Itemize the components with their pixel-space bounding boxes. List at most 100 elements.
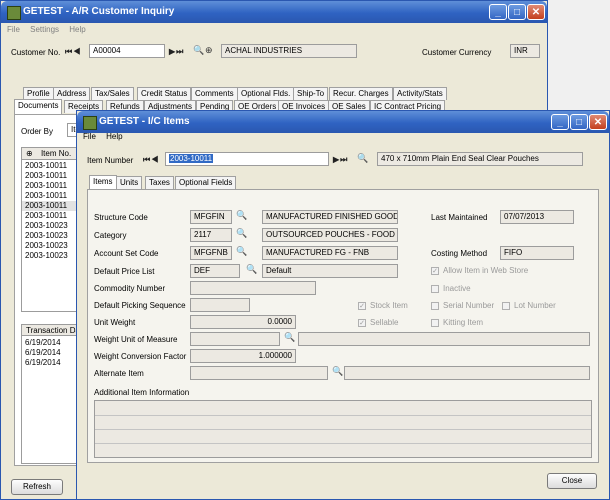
account-set-field[interactable]: MFGFNB (190, 246, 232, 260)
weight-factor-label: Weight Conversion Factor (94, 352, 187, 361)
next-last-nav-icon[interactable]: ▶⏭ (169, 47, 184, 57)
transaction-list[interactable]: Transaction Da 6/19/2014 6/19/2014 6/19/… (21, 324, 79, 464)
list-item[interactable]: 2003-10023 (22, 231, 68, 241)
unit-weight-field[interactable]: 0.0000 (190, 315, 296, 329)
stock-item-checkbox[interactable]: ✓ (358, 302, 366, 310)
finder-icon[interactable]: 🔍 (246, 264, 257, 275)
allow-web-store-label: Allow Item in Web Store (443, 266, 529, 275)
column-sort-icon: ⊕ (26, 149, 33, 158)
customer-name-field: ACHAL INDUSTRIES (221, 44, 357, 58)
finder-icon[interactable]: 🔍 (284, 332, 295, 343)
tab-recur-charges[interactable]: Recur. Charges (329, 87, 393, 100)
lot-number-checkbox[interactable] (502, 302, 510, 310)
weight-factor-field[interactable]: 1.000000 (190, 349, 296, 363)
allow-web-store-checkbox[interactable]: ✓ (431, 267, 439, 275)
sellable-label: Sellable (370, 318, 399, 327)
menu-help[interactable]: Help (106, 132, 122, 141)
list-item[interactable]: 2003-10011 (22, 191, 67, 201)
list-item[interactable]: 2003-10023 (22, 251, 68, 261)
list-item[interactable]: 2003-10011 (22, 201, 78, 211)
item-number-value: 2003-10011 (169, 154, 214, 163)
menu-file[interactable]: File (83, 132, 96, 141)
customer-no-input[interactable]: A00004 (89, 44, 165, 58)
list-item[interactable]: 2003-10011 (22, 181, 67, 191)
kitting-item-label: Kitting Item (443, 318, 484, 327)
tab-comments[interactable]: Comments (191, 87, 238, 100)
commodity-field[interactable] (190, 281, 316, 295)
transaction-row[interactable]: 6/19/2014 (22, 338, 61, 348)
tab-units[interactable]: Units (116, 176, 143, 189)
list-item[interactable]: 2003-10023 (22, 241, 68, 251)
structure-code-desc: MANUFACTURED FINISHED GOODS (262, 210, 398, 224)
transaction-row[interactable]: 6/19/2014 (22, 348, 61, 358)
weight-uom-field[interactable] (190, 332, 280, 346)
refresh-button[interactable]: Refresh (11, 479, 63, 495)
list-item[interactable]: 2003-10011 (22, 211, 67, 221)
close-button[interactable]: Close (547, 473, 597, 489)
tab-optional-flds[interactable]: Optional Flds. (237, 87, 295, 100)
item-number-input[interactable]: 2003-10011 (165, 152, 329, 166)
inactive-checkbox[interactable] (431, 285, 439, 293)
search-icon[interactable]: 🔍 (357, 153, 368, 164)
list-item[interactable]: 2003-10011 (22, 171, 67, 181)
menu-settings[interactable]: Settings (30, 25, 59, 34)
category-desc: OUTSOURCED POUCHES - FOOD PKG (262, 228, 398, 242)
picking-sequence-field[interactable] (190, 298, 250, 312)
additional-info-row[interactable] (95, 415, 591, 430)
account-set-desc: MANUFACTURED FG - FNB (262, 246, 398, 260)
transaction-date-header[interactable]: Transaction Da (22, 325, 78, 336)
costing-method-label: Costing Method (431, 249, 488, 258)
next-last-nav-icon[interactable]: ▶⏭ (333, 155, 348, 165)
order-by-label: Order By (21, 127, 54, 136)
additional-info-row[interactable] (95, 429, 591, 444)
minimize-icon[interactable]: _ (489, 4, 507, 20)
finder-icon[interactable]: 🔍 (332, 366, 343, 377)
finder-icon[interactable]: 🔍 (236, 228, 247, 239)
ar-window-titlebar[interactable]: GETEST - A/R Customer Inquiry _ □ ✕ (1, 1, 547, 23)
list-item[interactable]: 2003-10023 (22, 221, 68, 231)
sellable-checkbox[interactable]: ✓ (358, 319, 366, 327)
item-list[interactable]: ⊕ Item No. 2003-10011 2003-10011 2003-10… (21, 147, 79, 312)
tab-tax-sales[interactable]: Tax/Sales (91, 87, 134, 100)
category-field[interactable]: 2117 (190, 228, 232, 242)
alternate-item-field[interactable] (190, 366, 328, 380)
list-item[interactable]: 2003-10011 (22, 161, 67, 171)
inactive-label: Inactive (443, 284, 471, 293)
serial-number-checkbox[interactable] (431, 302, 439, 310)
transaction-row[interactable]: 6/19/2014 (22, 358, 61, 368)
ar-tabs-row1: Profile Address Tax/Sales Credit Status … (23, 87, 483, 101)
tab-ship-to[interactable]: Ship-To (293, 87, 329, 100)
finder-icon[interactable]: 🔍 (236, 246, 247, 257)
minimize-icon[interactable]: _ (551, 114, 569, 130)
ic-window-titlebar[interactable]: GETEST - I/C Items _ □ ✕ (77, 111, 609, 133)
maximize-icon[interactable]: □ (570, 114, 588, 130)
app-icon (7, 6, 21, 20)
tab-taxes[interactable]: Taxes (145, 176, 174, 189)
price-list-field[interactable]: DEF (190, 264, 240, 278)
structure-code-field[interactable]: MFGFIN (190, 210, 232, 224)
item-description-field: 470 x 710mm Plain End Seal Clear Pouches (377, 152, 583, 166)
tab-optional-fields[interactable]: Optional Fields (175, 176, 237, 189)
additional-info-row[interactable] (95, 401, 591, 416)
menu-file[interactable]: File (7, 25, 20, 34)
maximize-icon[interactable]: □ (508, 4, 526, 20)
item-list-header[interactable]: ⊕ Item No. (22, 148, 78, 160)
tab-activity-stats[interactable]: Activity/Stats (393, 87, 447, 100)
zoom-icon[interactable]: ⊕ (205, 45, 213, 56)
item-no-header: Item No. (40, 149, 72, 158)
menu-help[interactable]: Help (69, 25, 85, 34)
finder-icon[interactable]: 🔍 (236, 210, 247, 221)
kitting-item-checkbox[interactable] (431, 319, 439, 327)
additional-info-label: Additional Item Information (94, 388, 190, 397)
category-label: Category (94, 231, 127, 240)
tab-items[interactable]: Items (89, 175, 117, 190)
close-icon[interactable]: ✕ (589, 114, 607, 130)
search-icon[interactable]: 🔍 (193, 45, 204, 56)
additional-info-grid[interactable] (94, 400, 592, 458)
close-icon[interactable]: ✕ (527, 4, 545, 20)
item-number-label: Item Number (87, 156, 134, 165)
first-prev-nav-icon[interactable]: ⏮◀ (143, 155, 159, 165)
tab-credit-status[interactable]: Credit Status (137, 87, 192, 100)
tab-documents[interactable]: Documents (14, 99, 63, 114)
first-prev-nav-icon[interactable]: ⏮◀ (65, 47, 81, 57)
